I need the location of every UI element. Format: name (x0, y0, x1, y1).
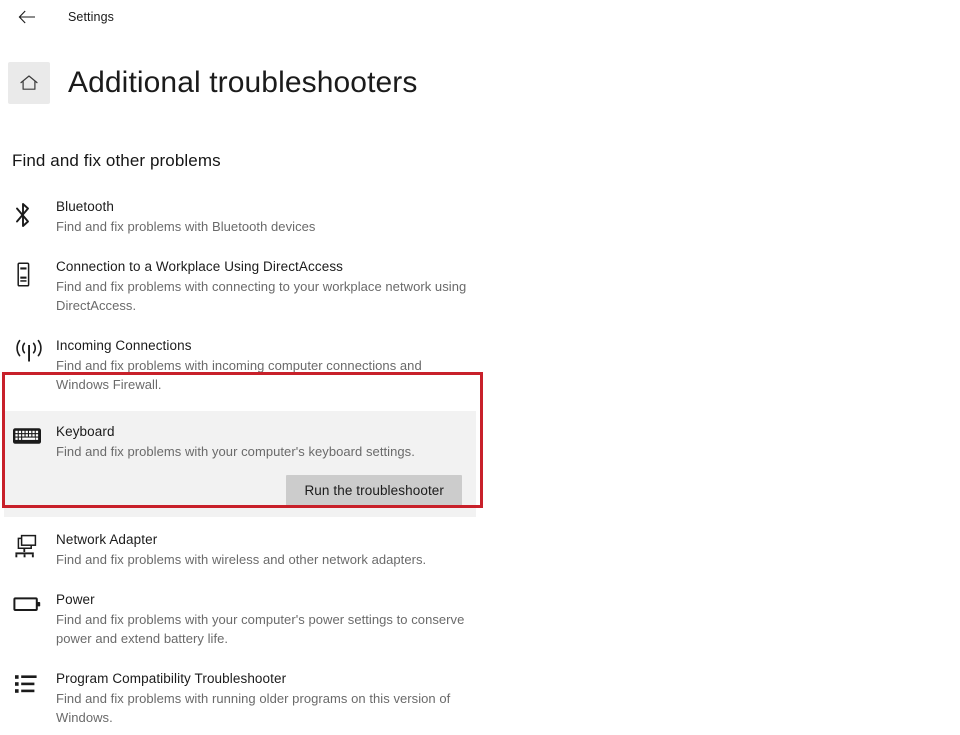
list-item[interactable]: Program Compatibility Troubleshooter Fin… (12, 665, 960, 735)
item-description: Find and fix problems with your computer… (56, 443, 415, 459)
app-title: Settings (68, 10, 114, 24)
icon-cell (12, 531, 56, 563)
item-title: Connection to a Workplace Using DirectAc… (56, 258, 344, 274)
item-title: Network Adapter (56, 532, 158, 548)
title-bar: Settings (0, 0, 960, 34)
item-description: Find and fix problems with incoming comp… (56, 357, 422, 393)
item-title: Bluetooth (56, 199, 114, 215)
text-cell: Bluetooth Find and fix problems with Blu… (56, 198, 960, 237)
list-item[interactable]: Incoming Connections Find and fix proble… (12, 332, 960, 402)
icon-cell (12, 198, 56, 230)
list-item-keyboard[interactable]: Keyboard Find and fix problems with your… (4, 410, 476, 518)
home-icon (18, 73, 40, 93)
back-button[interactable] (14, 5, 40, 29)
icon-cell (12, 670, 56, 698)
item-description: Find and fix problems with wireless and … (56, 552, 427, 568)
list-item[interactable]: Bluetooth Find and fix problems with Blu… (12, 193, 960, 244)
list-item[interactable]: Connection to a Workplace Using DirectAc… (12, 253, 960, 323)
icon-cell (12, 591, 56, 615)
keyboard-icon (12, 425, 42, 447)
text-cell: Incoming Connections Find and fix proble… (56, 337, 960, 395)
button-row: Run the troubleshooter (56, 475, 476, 508)
text-cell: Network Adapter Find and fix problems wi… (56, 531, 960, 570)
text-cell: Program Compatibility Troubleshooter Fin… (56, 670, 960, 728)
bluetooth-icon (12, 200, 34, 230)
item-title: Incoming Connections (56, 337, 192, 353)
page-header: Additional troubleshooters (0, 48, 960, 118)
item-description: Find and fix problems with your computer… (56, 611, 465, 647)
section-heading: Find and fix other problems (12, 151, 221, 171)
icon-cell (12, 337, 56, 367)
troubleshooter-list: Bluetooth Find and fix problems with Blu… (0, 193, 960, 735)
network-adapter-icon (12, 533, 44, 563)
incoming-connections-icon (12, 339, 46, 367)
page-title: Additional troubleshooters (68, 66, 418, 100)
item-title: Keyboard (56, 423, 115, 439)
item-description: Find and fix problems with running older… (56, 690, 451, 726)
list-item[interactable]: Network Adapter Find and fix problems wi… (12, 526, 960, 577)
text-cell: Power Find and fix problems with your co… (56, 591, 960, 649)
item-description: Find and fix problems with Bluetooth dev… (56, 219, 316, 235)
item-title: Power (56, 591, 95, 607)
text-cell: Connection to a Workplace Using DirectAc… (56, 258, 960, 316)
power-battery-icon (12, 593, 44, 615)
back-arrow-icon (18, 10, 36, 24)
icon-cell (12, 258, 56, 290)
list-item[interactable]: Power Find and fix problems with your co… (12, 586, 960, 656)
item-description: Find and fix problems with connecting to… (56, 278, 467, 314)
workplace-device-icon (12, 260, 34, 290)
program-compatibility-icon (12, 672, 42, 698)
home-button[interactable] (8, 62, 50, 105)
item-title: Program Compatibility Troubleshooter (56, 670, 287, 686)
icon-cell (12, 423, 56, 447)
text-cell: Keyboard Find and fix problems with your… (56, 423, 476, 514)
run-troubleshooter-button[interactable]: Run the troubleshooter (286, 475, 462, 508)
